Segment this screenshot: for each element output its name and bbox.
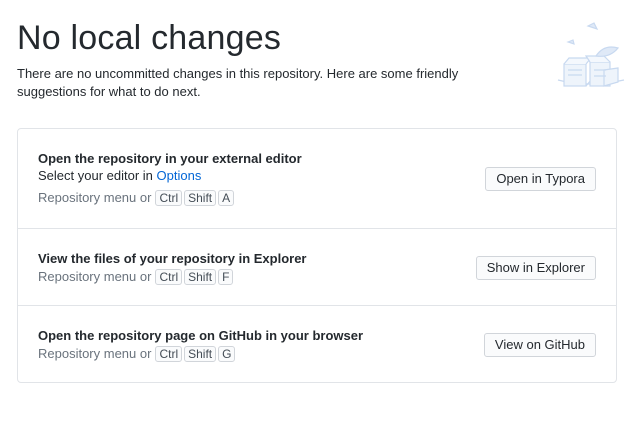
show-in-explorer-button[interactable]: Show in Explorer bbox=[475, 256, 596, 280]
open-in-editor-button[interactable]: Open in Typora bbox=[485, 167, 596, 191]
key-ctrl: Ctrl bbox=[155, 269, 183, 285]
key-g: G bbox=[218, 346, 236, 362]
header: No local changes There are no uncommitte… bbox=[17, 18, 487, 101]
open-in-editor-action: Open the repository in your external edi… bbox=[18, 129, 616, 229]
shortcut-prefix: Repository menu or bbox=[38, 346, 152, 361]
options-link[interactable]: Options bbox=[157, 168, 202, 183]
key-a: A bbox=[218, 190, 235, 206]
action-title: Open the repository in your external edi… bbox=[38, 151, 302, 166]
keyboard-shortcut: Repository menu or Ctrl Shift A bbox=[38, 189, 596, 207]
key-f: F bbox=[218, 269, 234, 285]
empty-changes-illustration-icon bbox=[557, 22, 625, 87]
key-shift: Shift bbox=[184, 190, 217, 206]
empty-changes-illustration bbox=[550, 20, 630, 100]
suggested-actions: Open the repository in your external edi… bbox=[17, 128, 617, 383]
action-description-text: Select your editor in bbox=[38, 168, 157, 183]
show-in-explorer-action: View the files of your repository in Exp… bbox=[18, 229, 616, 306]
view-on-github-action: Open the repository page on GitHub in yo… bbox=[18, 306, 616, 382]
view-on-github-button[interactable]: View on GitHub bbox=[483, 333, 596, 357]
page-subtitle: There are no uncommitted changes in this… bbox=[17, 66, 459, 99]
page-title: No local changes bbox=[17, 19, 282, 57]
key-ctrl: Ctrl bbox=[155, 190, 183, 206]
key-shift: Shift bbox=[184, 346, 217, 362]
shortcut-prefix: Repository menu or bbox=[38, 269, 152, 284]
key-shift: Shift bbox=[184, 269, 217, 285]
key-ctrl: Ctrl bbox=[155, 346, 183, 362]
shortcut-prefix: Repository menu or bbox=[38, 190, 152, 205]
no-changes-view: No local changes There are no uncommitte… bbox=[0, 0, 642, 428]
